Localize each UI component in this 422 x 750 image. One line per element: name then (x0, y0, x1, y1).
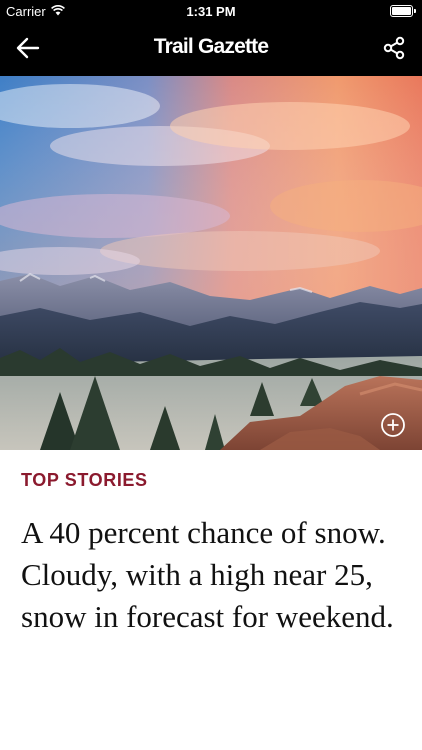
section-label[interactable]: TOP STORIES (21, 470, 148, 491)
nav-bar: Trail Gazette (0, 24, 422, 76)
battery-icon (390, 5, 416, 17)
status-bar: Carrier 1:31 PM (0, 0, 422, 24)
expand-image-button[interactable] (380, 412, 406, 438)
status-time: 1:31 PM (186, 4, 236, 19)
plus-circle-icon (380, 412, 406, 438)
brand-title: Trail Gazette (153, 35, 269, 58)
share-button[interactable] (376, 32, 412, 68)
mountain-sunset-photo (0, 76, 422, 450)
share-icon (382, 36, 406, 65)
article-headline[interactable]: A 40 percent chance of snow. Cloudy, wit… (21, 512, 406, 638)
hero-image[interactable] (0, 76, 422, 450)
